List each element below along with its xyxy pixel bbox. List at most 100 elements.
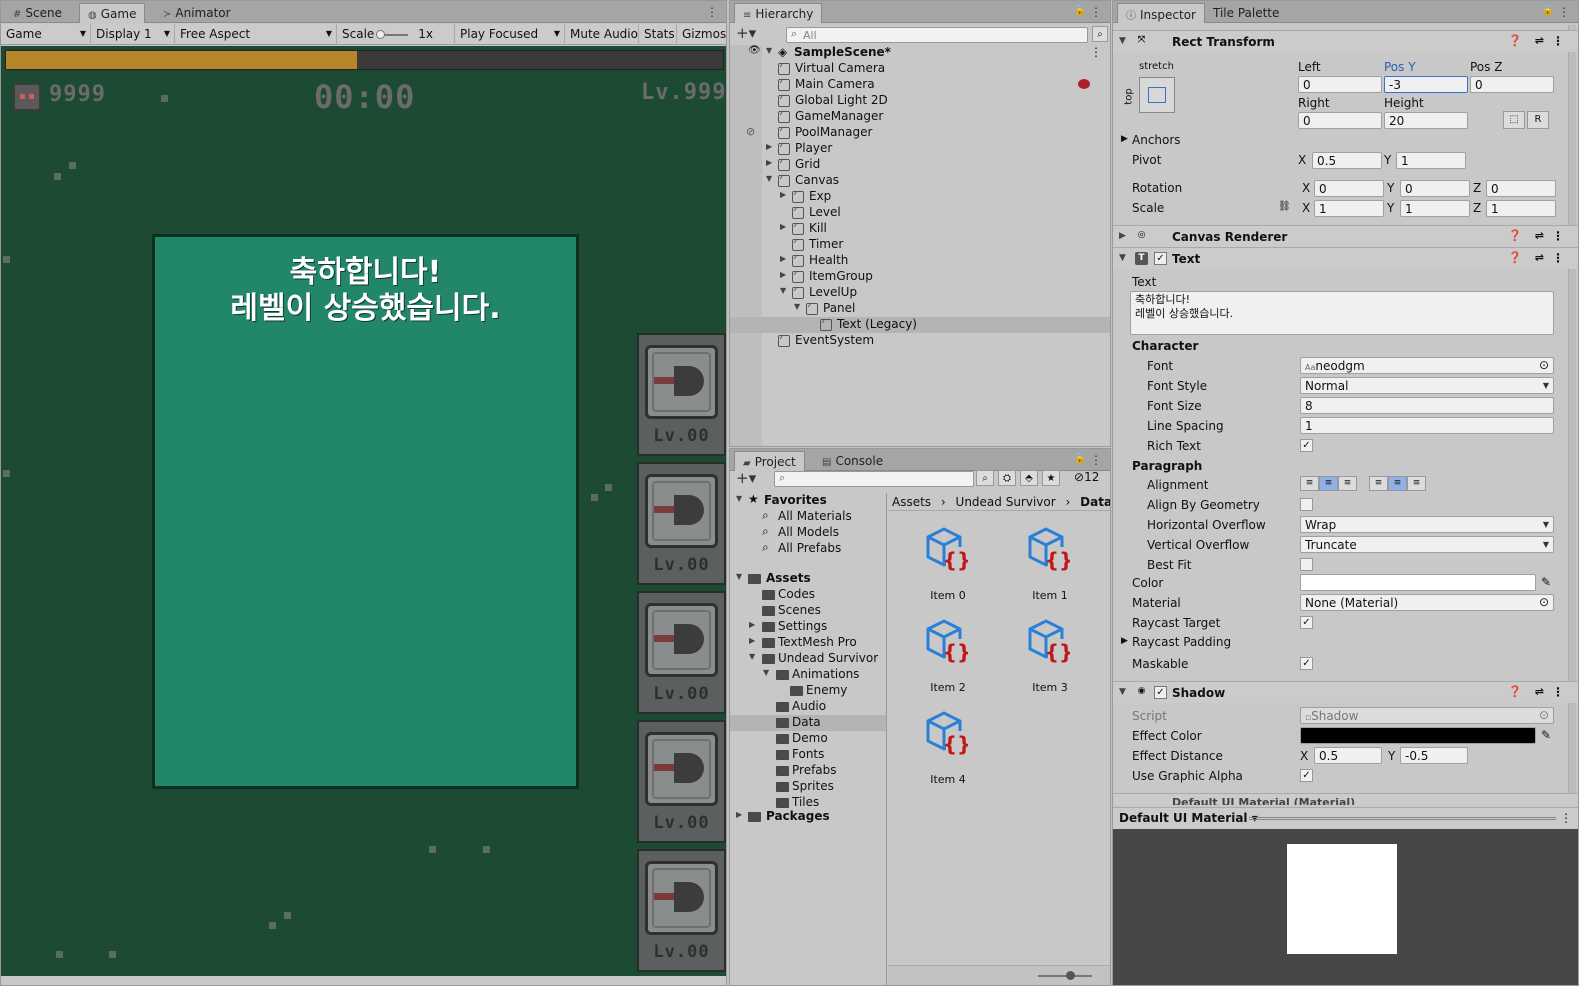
chevron-right-icon[interactable]: ▶: [749, 620, 755, 629]
scale-x-field[interactable]: 1: [1314, 200, 1384, 217]
visibility-icon[interactable]: 👁: [748, 45, 761, 56]
chevron-right-icon[interactable]: ▶: [766, 142, 772, 151]
hidden-icon[interactable]: ⊘: [746, 125, 755, 138]
scriptable-object-asset[interactable]: {}Item 2: [908, 609, 988, 695]
chevron-down-icon[interactable]: ▼: [736, 572, 742, 581]
chevron-right-icon[interactable]: ▶: [736, 810, 742, 819]
project-folder-item[interactable]: ▶ Settings: [730, 619, 886, 635]
item-slot[interactable]: Lv.00: [637, 591, 726, 714]
inspector-scrollbar[interactable]: [1568, 25, 1576, 795]
add-object-button[interactable]: +▾: [736, 24, 756, 42]
rotation-x-field[interactable]: 0: [1314, 180, 1384, 197]
more-icon[interactable]: ⋮: [706, 5, 718, 19]
create-asset-button[interactable]: +▾: [736, 469, 756, 487]
hierarchy-item[interactable]: ▼ Panel: [730, 301, 1110, 317]
chevron-down-icon[interactable]: ▼: [1119, 36, 1126, 46]
project-folder-item[interactable]: Data: [730, 715, 886, 731]
hierarchy-item[interactable]: Timer: [730, 237, 1110, 253]
link-icon[interactable]: ⛓: [1278, 201, 1291, 212]
tab-animator[interactable]: ≻ Animator: [155, 3, 239, 23]
project-folder-item[interactable]: Enemy: [730, 683, 886, 699]
hierarchy-item[interactable]: ▼ LevelUp: [730, 285, 1110, 301]
scale-z-field[interactable]: 1: [1486, 200, 1556, 217]
project-folder-item[interactable]: Fonts: [730, 747, 886, 763]
tab-scene[interactable]: # Scene: [5, 3, 70, 23]
use-graphic-alpha-checkbox[interactable]: ✓: [1300, 769, 1313, 782]
font-size-field[interactable]: 8: [1300, 397, 1554, 414]
filter-type-icon[interactable]: ⛭: [998, 470, 1016, 486]
chevron-down-icon[interactable]: ▼: [1119, 253, 1126, 263]
rotation-y-field[interactable]: 0: [1400, 180, 1470, 197]
gizmos-button[interactable]: Gizmos: [677, 24, 726, 45]
project-folder-item[interactable]: Prefabs: [730, 763, 886, 779]
scriptable-object-asset[interactable]: {}Item 3: [1010, 609, 1090, 695]
item-slot[interactable]: Lv.00: [637, 720, 726, 843]
breadcrumb-item[interactable]: Assets: [892, 495, 931, 509]
tab-project[interactable]: ▰ Project: [734, 451, 805, 471]
chevron-down-icon[interactable]: ▼: [1119, 687, 1126, 697]
blueprint-mode-icon[interactable]: ⬚: [1503, 111, 1525, 129]
rect-transform-header[interactable]: ▼ ⤧ Rect Transform ❓ ⇌ ⋮: [1113, 30, 1578, 52]
scriptable-object-asset[interactable]: {}Item 0: [908, 517, 988, 603]
effect-color-field[interactable]: [1300, 727, 1536, 744]
project-search-input[interactable]: [774, 471, 974, 487]
chevron-right-icon[interactable]: ▶: [1121, 134, 1128, 144]
anchor-presets-button[interactable]: [1139, 77, 1175, 113]
chevron-down-icon[interactable]: ▼: [794, 302, 800, 311]
vertical-overflow-dropdown[interactable]: Truncate: [1300, 536, 1554, 553]
material-section-header[interactable]: Default UI Material (Material): [1113, 793, 1578, 805]
object-picker-icon[interactable]: ⊙: [1539, 358, 1549, 372]
assets-row[interactable]: ▼ Assets: [730, 571, 886, 587]
presets-icon[interactable]: ⇌: [1535, 685, 1544, 698]
item-slot[interactable]: Lv.00: [637, 462, 726, 585]
search-options-icon[interactable]: ⌕: [1092, 26, 1108, 42]
more-icon[interactable]: ⋮: [1552, 251, 1564, 265]
item-slot[interactable]: Lv.00: [637, 849, 726, 972]
eyedropper-icon[interactable]: ✎: [1541, 728, 1551, 742]
game-mode-dropdown[interactable]: Game ▼: [1, 24, 91, 45]
game-view[interactable]: 9999 00:00 Lv.999 축하합니다! 레벨이 상승했습니다. Lv.…: [1, 46, 726, 976]
left-field[interactable]: 0: [1298, 76, 1382, 93]
hidden-packages-toggle[interactable]: ⊘12: [1074, 470, 1099, 484]
best-fit-checkbox[interactable]: [1300, 558, 1313, 571]
right-field[interactable]: 0: [1298, 112, 1382, 129]
height-field[interactable]: 20: [1384, 112, 1468, 129]
mute-audio-button[interactable]: Mute Audio: [565, 24, 639, 45]
scale-slider[interactable]: Scale 1x: [337, 24, 455, 45]
project-folder-item[interactable]: ▼ Animations: [730, 667, 886, 683]
preview-dropdown[interactable]: Default UI Material ▾: [1119, 811, 1258, 825]
canvas-renderer-header[interactable]: ▶ ◎ Canvas Renderer ❓ ⇌ ⋮: [1113, 225, 1578, 247]
help-icon[interactable]: ❓: [1508, 229, 1522, 242]
tab-tile-palette[interactable]: Tile Palette: [1205, 3, 1287, 23]
hierarchy-item[interactable]: ▶ Grid: [730, 157, 1110, 173]
tab-hierarchy[interactable]: ≡ Hierarchy: [734, 3, 823, 23]
chevron-down-icon[interactable]: ▼: [749, 652, 755, 661]
chevron-right-icon[interactable]: ▶: [766, 158, 772, 167]
align-right-button[interactable]: ≡: [1338, 476, 1357, 491]
hierarchy-item[interactable]: PoolManager: [730, 125, 1110, 141]
hierarchy-item[interactable]: ▶ ItemGroup: [730, 269, 1110, 285]
hierarchy-item[interactable]: Level: [730, 205, 1110, 221]
maskable-checkbox[interactable]: ✓: [1300, 657, 1313, 670]
chevron-down-icon[interactable]: ▼: [736, 494, 742, 503]
text-enabled-checkbox[interactable]: ✓: [1154, 252, 1167, 265]
tab-inspector[interactable]: ⓘ Inspector: [1117, 3, 1205, 23]
aspect-dropdown[interactable]: Free Aspect ▼: [175, 24, 337, 45]
help-icon[interactable]: ❓: [1508, 34, 1522, 47]
align-middle-button[interactable]: ≡: [1388, 476, 1407, 491]
project-folder-item[interactable]: Demo: [730, 731, 886, 747]
pivot-x-field[interactable]: 0.5: [1312, 152, 1382, 169]
project-folder-item[interactable]: ▼ Undead Survivor: [730, 651, 886, 667]
hierarchy-search-input[interactable]: All: [786, 27, 1088, 43]
chevron-down-icon[interactable]: ▼: [763, 668, 769, 677]
breadcrumb-item[interactable]: Undead Survivor: [956, 495, 1056, 509]
favorites-row[interactable]: ▼ ★ Favorites: [730, 492, 886, 509]
breadcrumb-item[interactable]: Data: [1080, 495, 1110, 509]
chevron-right-icon[interactable]: ▶: [1121, 636, 1128, 646]
chevron-right-icon[interactable]: ▶: [780, 254, 786, 263]
zoom-slider-handle[interactable]: [1066, 971, 1075, 980]
chevron-down-icon[interactable]: ▼: [766, 174, 772, 183]
more-icon[interactable]: ⋮: [1090, 45, 1102, 59]
project-folder-item[interactable]: Sprites: [730, 779, 886, 795]
chevron-right-icon[interactable]: ▶: [780, 190, 786, 199]
